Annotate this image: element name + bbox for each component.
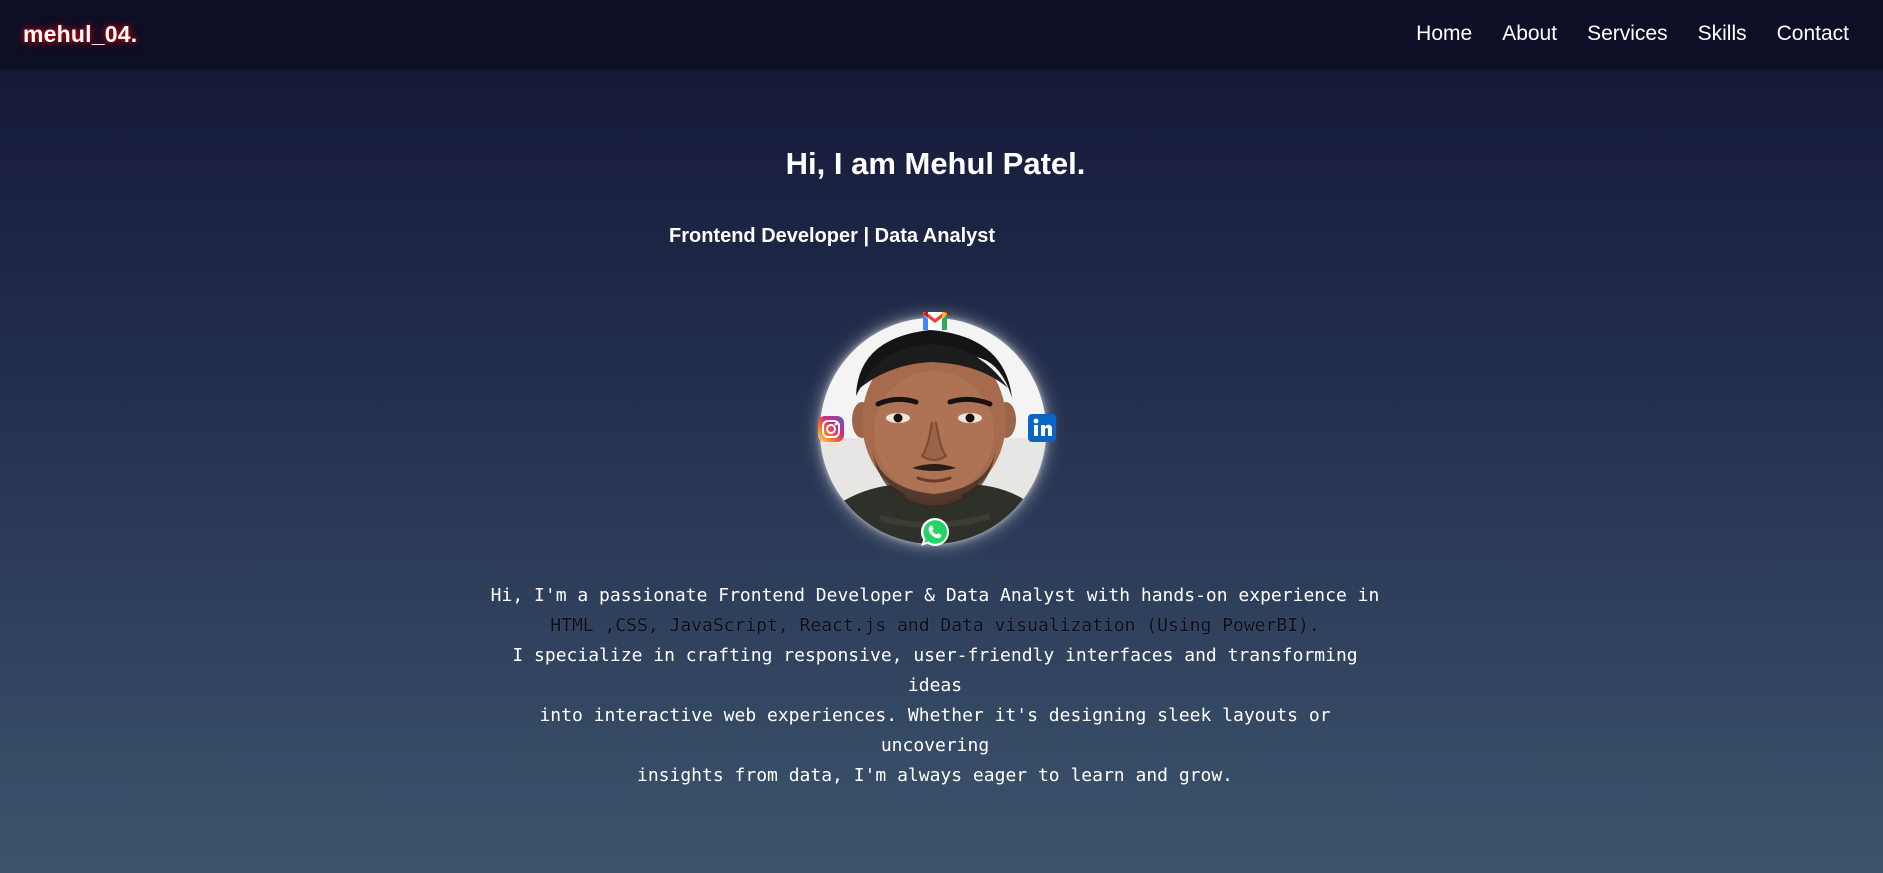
nav-links: Home About Services Skills Contact [1416, 22, 1849, 46]
whatsapp-icon[interactable] [919, 516, 951, 548]
gmail-icon[interactable] [923, 312, 947, 330]
about-description: Hi, I'm a passionate Frontend Developer … [490, 581, 1380, 791]
site-logo[interactable]: mehul_04. [23, 21, 137, 48]
profile-portrait [820, 318, 1046, 544]
about-line-4: into interactive web experiences. Whethe… [539, 705, 1331, 756]
hero-subtitle: Frontend Developer | Data Analyst [669, 225, 996, 247]
nav-link-home[interactable]: Home [1416, 22, 1472, 46]
navbar: mehul_04. Home About Services Skills Con… [0, 0, 1883, 69]
instagram-icon[interactable] [818, 416, 844, 442]
profile-photo [820, 318, 1046, 544]
hero-title: Hi, I am Mehul Patel. [785, 146, 1086, 181]
nav-link-contact[interactable]: Contact [1777, 22, 1849, 46]
nav-link-skills[interactable]: Skills [1698, 22, 1747, 46]
nav-link-about[interactable]: About [1502, 22, 1557, 46]
about-line-2: HTML ,CSS, JavaScript, React.js and Data… [550, 615, 1320, 636]
profile-section [818, 312, 1056, 546]
about-line-5: insights from data, I'm always eager to … [636, 765, 1234, 786]
about-line-3: I specialize in crafting responsive, use… [512, 645, 1358, 696]
nav-link-services[interactable]: Services [1587, 22, 1668, 46]
about-line-1: Hi, I'm a passionate Frontend Developer … [490, 585, 1380, 606]
linkedin-icon[interactable] [1028, 414, 1056, 442]
